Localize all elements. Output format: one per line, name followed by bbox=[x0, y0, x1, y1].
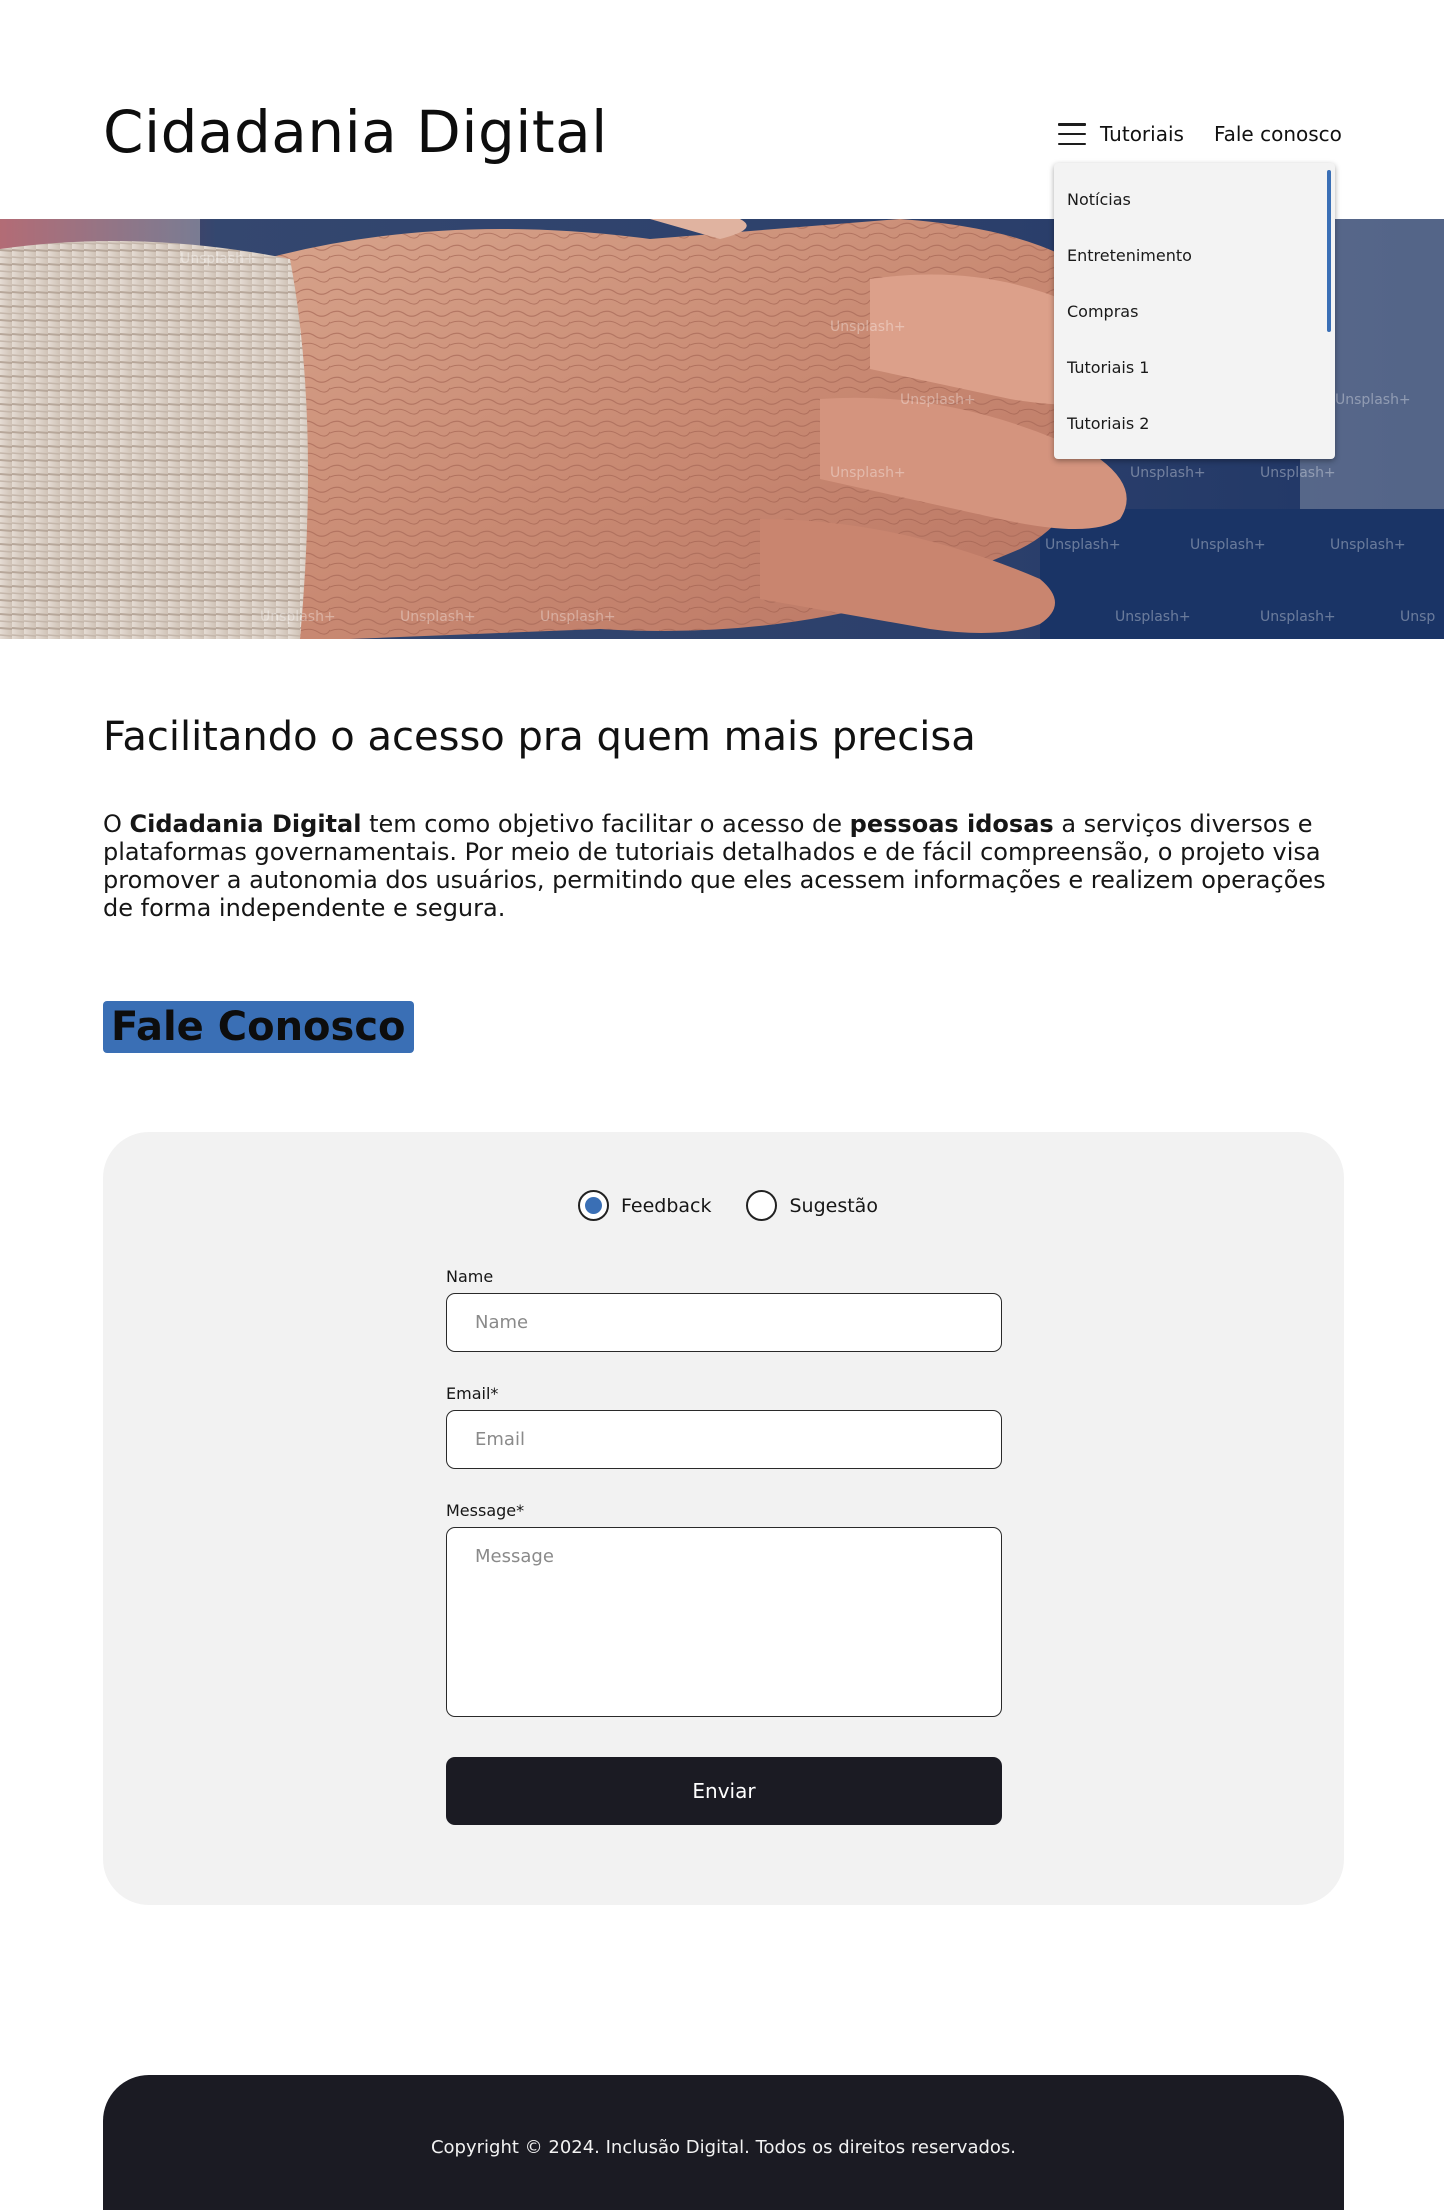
svg-text:Unsplash+: Unsplash+ bbox=[830, 319, 906, 335]
nav-fale-conosco[interactable]: Fale conosco bbox=[1214, 122, 1342, 146]
name-field[interactable] bbox=[446, 1293, 1002, 1352]
dropdown-item-entretenimento[interactable]: Entretenimento bbox=[1054, 227, 1335, 283]
sugestao-radio-label[interactable]: Sugestão bbox=[789, 1195, 877, 1217]
page-headline: Facilitando o acesso pra quem mais preci… bbox=[103, 714, 976, 760]
copyright-text: Copyright © 2024. Inclusão Digital. Todo… bbox=[430, 2137, 1017, 2158]
message-field[interactable] bbox=[446, 1527, 1002, 1717]
svg-text:Unsplash+: Unsplash+ bbox=[260, 609, 336, 625]
name-label: Name bbox=[446, 1267, 494, 1286]
feedback-radio[interactable] bbox=[578, 1190, 609, 1221]
tutoriais-dropdown-menu: Notícias Entretenimento Compras Tutoriai… bbox=[1054, 163, 1335, 459]
dropdown-item-compras[interactable]: Compras bbox=[1054, 283, 1335, 339]
dropdown-item-tutoriais-2[interactable]: Tutoriais 2 bbox=[1054, 395, 1335, 451]
submit-button[interactable]: Enviar bbox=[446, 1757, 1002, 1825]
dropdown-scrollbar[interactable] bbox=[1327, 170, 1331, 332]
intro-text-1: O bbox=[103, 810, 130, 838]
svg-text:Unsplash+: Unsplash+ bbox=[1330, 537, 1406, 553]
footer: Copyright © 2024. Inclusão Digital. Todo… bbox=[103, 2075, 1344, 2210]
svg-text:Unsplash+: Unsplash+ bbox=[1115, 609, 1191, 625]
feedback-radio-label[interactable]: Feedback bbox=[621, 1195, 711, 1217]
svg-text:Unsp: Unsp bbox=[1400, 609, 1435, 625]
svg-text:Unsplash+: Unsplash+ bbox=[400, 609, 476, 625]
svg-text:Unsplash+: Unsplash+ bbox=[1130, 465, 1206, 481]
svg-text:Unsplash+: Unsplash+ bbox=[830, 465, 906, 481]
svg-text:Unsplash+: Unsplash+ bbox=[1335, 392, 1411, 408]
contact-form: Feedback Sugestão Name Email* Message* E… bbox=[103, 1132, 1344, 1905]
hamburger-icon[interactable] bbox=[1058, 123, 1086, 145]
sugestao-radio[interactable] bbox=[746, 1190, 778, 1221]
email-field[interactable] bbox=[446, 1410, 1002, 1469]
svg-text:Unsplash+: Unsplash+ bbox=[1045, 537, 1121, 553]
nav-tutoriais[interactable]: Tutoriais bbox=[1100, 122, 1184, 146]
svg-text:Unsplash+: Unsplash+ bbox=[1190, 537, 1266, 553]
message-label: Message* bbox=[446, 1501, 525, 1520]
top-nav: Tutoriais Fale conosco bbox=[1058, 116, 1342, 152]
intro-bold-project: Cidadania Digital bbox=[129, 810, 362, 838]
message-type-group: Feedback Sugestão bbox=[578, 1190, 878, 1221]
dropdown-item-noticias[interactable]: Notícias bbox=[1054, 171, 1335, 227]
intro-paragraph: O Cidadania Digital tem como objetivo fa… bbox=[103, 810, 1353, 922]
svg-text:Unsplash+: Unsplash+ bbox=[1260, 609, 1336, 625]
svg-text:Unsplash+: Unsplash+ bbox=[1260, 465, 1336, 481]
svg-text:Unsplash+: Unsplash+ bbox=[540, 609, 616, 625]
intro-text-2: tem como objetivo facilitar o acesso de bbox=[361, 810, 850, 838]
intro-bold-audience: pessoas idosas bbox=[849, 810, 1054, 838]
svg-text:Unsplash+: Unsplash+ bbox=[900, 392, 976, 408]
svg-text:Unsplash+: Unsplash+ bbox=[180, 251, 256, 267]
site-title: Cidadania Digital bbox=[103, 98, 608, 166]
dropdown-item-tutoriais-1[interactable]: Tutoriais 1 bbox=[1054, 339, 1335, 395]
contact-section-title: Fale Conosco bbox=[103, 1001, 414, 1053]
email-label: Email* bbox=[446, 1384, 499, 1403]
